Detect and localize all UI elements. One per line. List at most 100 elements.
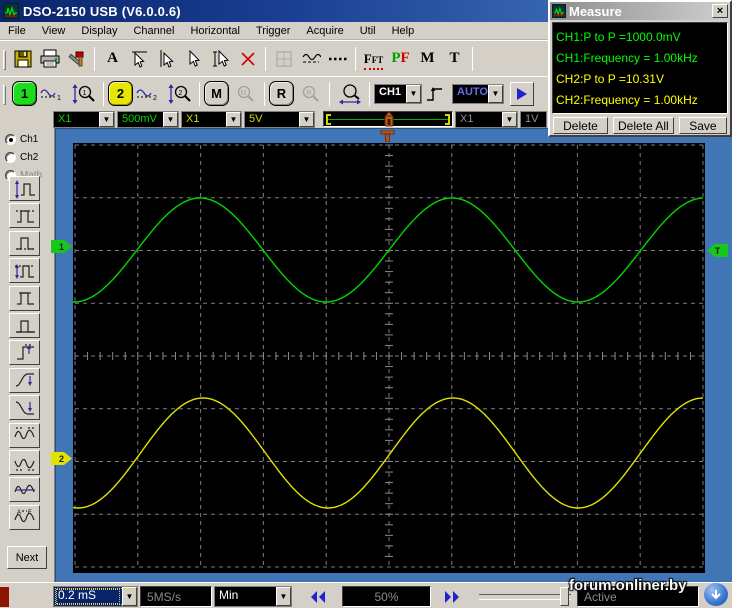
chevron-down-icon[interactable]: ▼: [163, 112, 178, 127]
menu-item-channel[interactable]: Channel: [125, 23, 182, 39]
save-button[interactable]: [9, 45, 36, 72]
measure-btn-vpp[interactable]: [9, 176, 40, 201]
ch2-wave-button[interactable]: 2: [133, 80, 164, 107]
chevron-down-icon[interactable]: ▼: [488, 85, 503, 103]
fall-time-icon: [13, 397, 37, 419]
measure-btn-vamp[interactable]: [9, 258, 40, 283]
measure-btn-fall-time[interactable]: [9, 395, 40, 420]
measure-btn-mean[interactable]: [9, 477, 40, 502]
h-scroll-slider[interactable]: [477, 586, 573, 607]
math-probe-select[interactable]: X1 ▼: [455, 111, 518, 128]
trigger-position-slider[interactable]: [323, 111, 453, 127]
math-enable-button[interactable]: M: [204, 81, 229, 106]
toolbar-grip[interactable]: [3, 85, 6, 105]
measure-close-button[interactable]: ×: [712, 4, 728, 18]
delete-all-button[interactable]: Delete All: [613, 117, 674, 134]
ch1-volts-select[interactable]: 500mV ▼: [117, 111, 179, 128]
measure-btn-pos-width[interactable]: [9, 423, 40, 448]
next-button[interactable]: Next: [7, 546, 47, 569]
chevron-down-icon[interactable]: ▼: [502, 112, 517, 127]
ch2-probe-select[interactable]: X1 ▼: [181, 111, 242, 128]
cursor-horizontal-button[interactable]: [126, 45, 153, 72]
channel-radio-ch1[interactable]: Ch1: [5, 132, 54, 146]
chevron-down-icon[interactable]: ▼: [406, 85, 421, 103]
ch1-enable-button[interactable]: 1: [12, 81, 37, 106]
delete-cursor-button[interactable]: [234, 45, 261, 72]
chevron-down-icon[interactable]: ▼: [122, 587, 137, 606]
pass-fail-button[interactable]: PF: [387, 45, 414, 72]
refresh-zoom-button[interactable]: R: [294, 80, 325, 107]
chevron-down-icon[interactable]: ▼: [226, 112, 241, 127]
cursor-arrow-icon: [185, 49, 203, 69]
ch1-volts-value: 500mV: [118, 112, 163, 127]
math-volts-select[interactable]: 1V: [520, 111, 547, 128]
menu-item-acquire[interactable]: Acquire: [298, 23, 351, 39]
menu-item-help[interactable]: Help: [384, 23, 423, 39]
trigger-position-knob[interactable]: [383, 112, 395, 127]
trigger-mode-select[interactable]: AUTO ▼: [452, 84, 504, 104]
math-zoom-icon: M: [232, 84, 258, 104]
math-zoom-button[interactable]: M: [229, 80, 260, 107]
ch1-vertical-zoom-button[interactable]: 1: [68, 80, 99, 107]
ch2-enable-button[interactable]: 2: [108, 81, 133, 106]
menu-item-horizontal[interactable]: Horizontal: [182, 23, 248, 39]
radio-icon: [5, 134, 16, 145]
trigger-position-marker[interactable]: [380, 130, 395, 142]
menu-item-trigger[interactable]: Trigger: [248, 23, 298, 39]
delete-button[interactable]: Delete: [553, 117, 608, 134]
chevron-down-icon[interactable]: ▼: [99, 112, 114, 127]
ch2-vertical-zoom-button[interactable]: 2: [164, 80, 195, 107]
trigger-slope-button[interactable]: [422, 80, 448, 107]
measure-btn-vmin[interactable]: [9, 231, 40, 256]
svg-text:1: 1: [57, 95, 61, 102]
channel-radio-ch2[interactable]: Ch2: [5, 150, 54, 164]
ch2-volts-select[interactable]: 5V ▼: [244, 111, 315, 128]
chevron-down-icon[interactable]: ▼: [276, 587, 291, 606]
menu-item-file[interactable]: File: [0, 23, 34, 39]
refresh-button[interactable]: R: [269, 81, 294, 106]
cursor-arrow-button[interactable]: [180, 45, 207, 72]
measure-btn-rise-time[interactable]: [9, 368, 40, 393]
scroll-right-button[interactable]: [433, 586, 471, 607]
toolbar-grip[interactable]: [3, 50, 6, 70]
menu-item-util[interactable]: Util: [352, 23, 384, 39]
waveform-display-button[interactable]: [297, 45, 324, 72]
text-tool-button[interactable]: T: [441, 45, 468, 72]
dotted-line-button[interactable]: [324, 45, 351, 72]
chevron-down-icon[interactable]: ▼: [299, 112, 314, 127]
vpp-icon: [13, 178, 37, 200]
scroll-left-button[interactable]: [296, 586, 340, 607]
math-tool-button[interactable]: M: [414, 45, 441, 72]
rise-time-icon: [13, 369, 37, 391]
ch1-marker-label: 1: [59, 242, 64, 252]
save-measure-button[interactable]: Save: [679, 117, 727, 134]
cursor-vertical-button[interactable]: [153, 45, 180, 72]
timebase-select[interactable]: 0.2 mS ▼: [53, 586, 138, 607]
double-chevron-left-icon: [310, 590, 326, 604]
cursor-track-button[interactable]: [207, 45, 234, 72]
measure-readings: CH1:P to P =1000.0mV CH1:Frequency = 1.0…: [552, 22, 728, 114]
measure-btn-vtop[interactable]: [9, 286, 40, 311]
menu-item-view[interactable]: View: [34, 23, 74, 39]
ch1-wave-button[interactable]: 1: [37, 80, 68, 107]
print-button[interactable]: [36, 45, 63, 72]
measure-btn-neg-width[interactable]: [9, 450, 40, 475]
acquire-mode-select[interactable]: Min ▼: [214, 586, 292, 607]
sample-rate-display: 5MS/s: [140, 586, 212, 607]
measure-btn-vbase[interactable]: [9, 313, 40, 338]
annotate-button[interactable]: A: [99, 45, 126, 72]
horizontal-zoom-button[interactable]: [334, 80, 365, 107]
measure-btn-frequency[interactable]: AF: [9, 505, 40, 530]
measure-btn-vmax[interactable]: [9, 203, 40, 228]
slider-thumb[interactable]: [560, 587, 569, 606]
ch1-probe-select[interactable]: X1 ▼: [53, 111, 115, 128]
menu-item-display[interactable]: Display: [73, 23, 125, 39]
grid-button[interactable]: [270, 45, 297, 72]
setup-button[interactable]: [63, 45, 90, 72]
trigger-source-select[interactable]: CH1 ▼: [374, 84, 422, 104]
run-button[interactable]: [510, 82, 534, 106]
acquire-mode-value: Min: [215, 587, 276, 606]
measure-btn-overshoot[interactable]: [9, 340, 40, 365]
fft-underline: [364, 68, 383, 70]
fft-button[interactable]: FFT: [360, 45, 387, 72]
